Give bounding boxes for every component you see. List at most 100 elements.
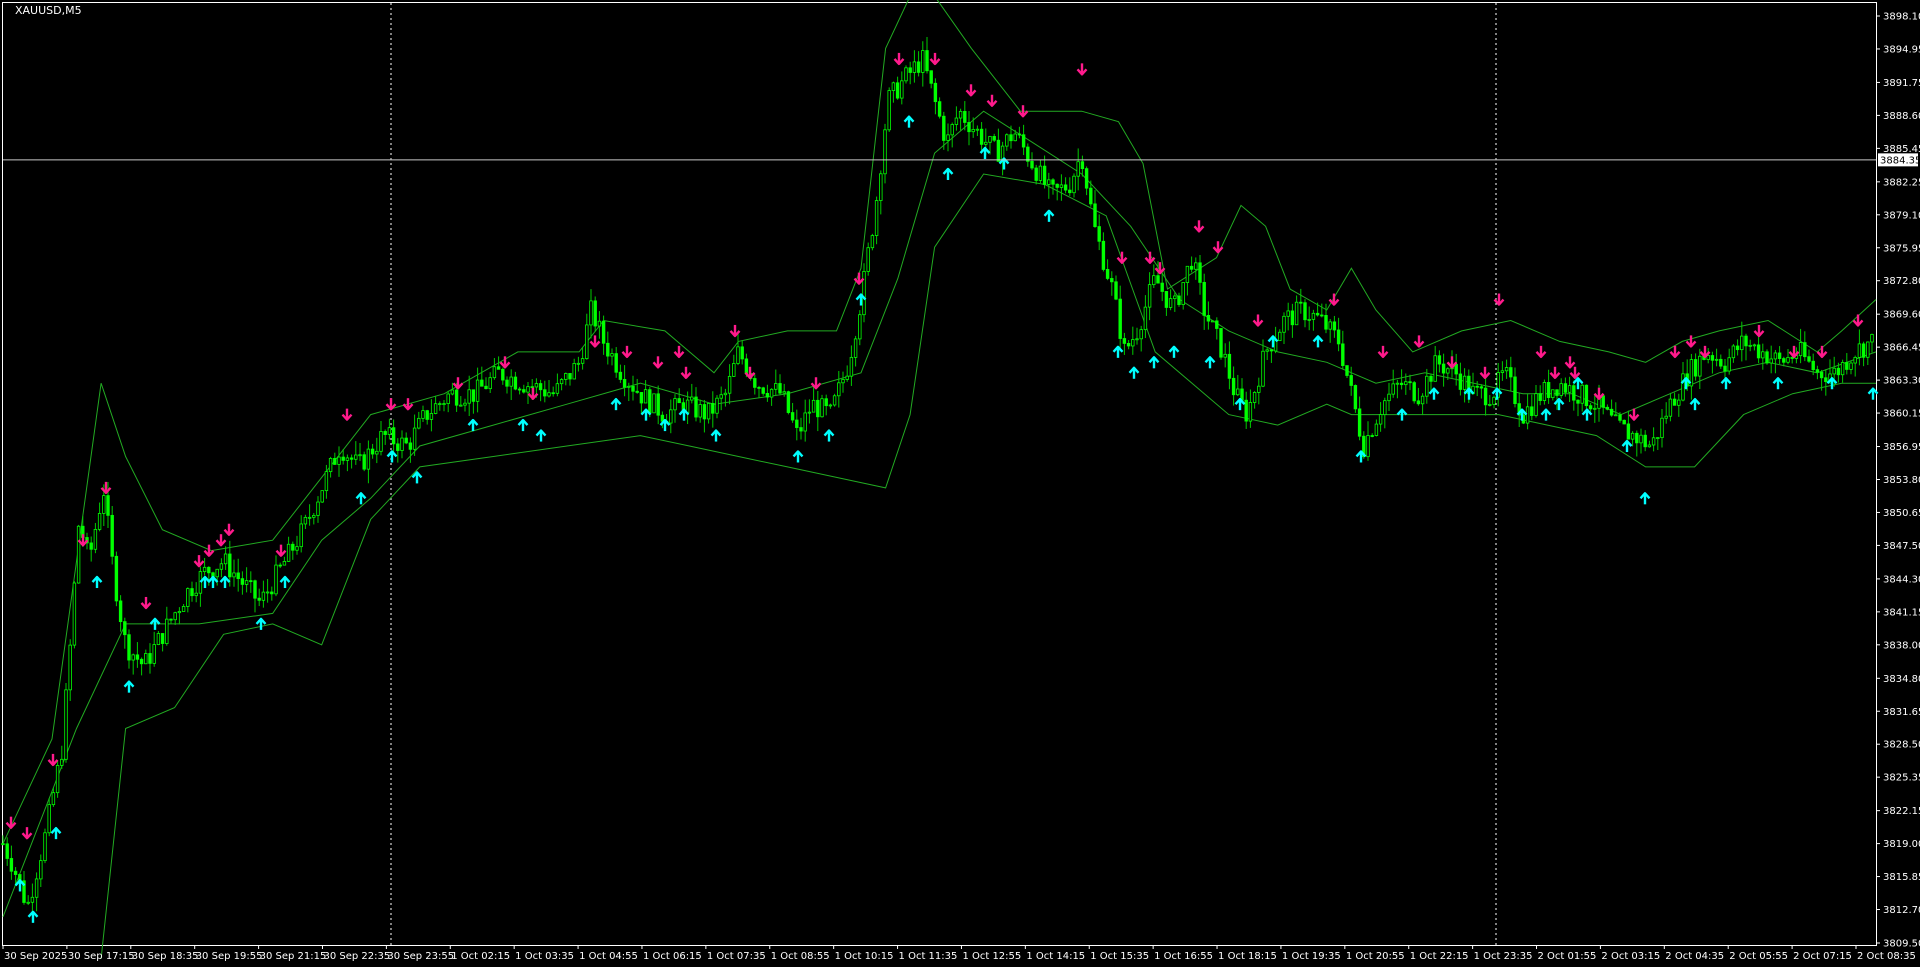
- candle-body: [135, 654, 140, 660]
- candle-body: [160, 633, 165, 644]
- candle-body: [177, 611, 182, 614]
- candle-body: [601, 320, 606, 344]
- y-tick-label: 3872.80: [1883, 276, 1920, 287]
- candle-body: [597, 320, 602, 327]
- candle-body: [316, 501, 320, 516]
- candle-body: [1311, 312, 1316, 320]
- candle-body: [1857, 343, 1862, 358]
- sell-arrow: [1549, 366, 1561, 379]
- candle-body: [1425, 375, 1429, 397]
- candle-body: [543, 389, 547, 397]
- candle-body: [354, 454, 358, 460]
- sell-arrow: [499, 356, 511, 369]
- y-tick-label: 3866.45: [1883, 343, 1920, 354]
- time-axis[interactable]: 30 Sep 2025 30 Sep 17:1530 Sep 18:3530 Se…: [2, 945, 1916, 962]
- candle-body: [400, 437, 404, 451]
- candle-body: [383, 431, 387, 435]
- sell-arrow: [1116, 251, 1128, 264]
- candle-body: [753, 378, 757, 388]
- y-tick-label: 3891.75: [1883, 78, 1920, 89]
- candle-body: [904, 67, 908, 82]
- candle-body: [299, 523, 303, 548]
- candle-body: [1383, 400, 1387, 415]
- candle-body: [685, 399, 690, 414]
- candle-body: [858, 314, 862, 340]
- candle-body: [408, 442, 413, 450]
- candle-body: [1744, 335, 1748, 347]
- x-tick-label: 30 Sep 21:15: [260, 951, 327, 962]
- candle-body: [694, 396, 698, 418]
- sell-arrow: [1816, 345, 1828, 359]
- candle-body: [1265, 349, 1269, 352]
- candle-body: [719, 394, 723, 399]
- candle-body: [967, 122, 971, 133]
- candle-body: [68, 644, 72, 691]
- candle-body: [1252, 391, 1257, 403]
- candle-body: [295, 546, 299, 551]
- x-tick-label: 1 Oct 10:15: [835, 951, 894, 962]
- candle-body: [1139, 329, 1143, 340]
- candle-body: [362, 454, 366, 470]
- candle-body: [622, 379, 627, 388]
- price-axis[interactable]: 3898.10 3894.95 3891.75 3888.60 3885.45 3882.…: [1876, 12, 1920, 950]
- candle-body: [534, 383, 539, 388]
- buy-arrow: [355, 492, 367, 505]
- candle-body: [1756, 344, 1761, 359]
- candle-body: [1639, 434, 1643, 444]
- candle-body: [1017, 133, 1022, 136]
- candle-body: [148, 653, 152, 664]
- candle-body: [1324, 315, 1328, 330]
- candle-body: [522, 389, 526, 393]
- candlestick-chart[interactable]: 3898.10 3894.95 3891.75 3888.60 3885.45 3882.…: [0, 0, 1920, 967]
- candle-body: [1845, 362, 1849, 370]
- candle-body: [1177, 295, 1181, 305]
- candle-body: [446, 393, 450, 404]
- candle-body: [929, 70, 933, 84]
- candle-body: [450, 389, 455, 395]
- candle-body: [631, 385, 635, 392]
- candle-body: [1626, 423, 1631, 440]
- sell-arrow: [589, 335, 601, 348]
- chart-window[interactable]: 3898.10 3894.95 3891.75 3888.60 3885.45 3882.…: [0, 0, 1920, 967]
- y-tick-label: 3898.10: [1883, 12, 1920, 23]
- y-tick-label: 3863.30: [1883, 376, 1920, 387]
- candle-body: [1580, 384, 1584, 404]
- candle-body: [778, 383, 782, 394]
- candle-body: [1009, 134, 1013, 142]
- candle-body: [1769, 358, 1773, 364]
- candle-body: [270, 591, 274, 595]
- candle-body: [1320, 314, 1324, 317]
- candle-body: [480, 379, 484, 387]
- candle-body: [240, 578, 245, 585]
- buy-arrow: [1204, 356, 1216, 369]
- candle-body: [1084, 168, 1089, 189]
- candle-body: [152, 644, 156, 664]
- candle-body: [942, 115, 946, 141]
- candle-body: [274, 564, 278, 595]
- x-tick-label: 30 Sep 19:55: [196, 951, 263, 962]
- candle-body: [933, 82, 938, 103]
- candle-body: [64, 689, 68, 760]
- candle-body: [1572, 385, 1576, 401]
- candle-body: [1236, 388, 1240, 396]
- candle-body: [1387, 393, 1391, 402]
- candle-body: [1374, 423, 1379, 436]
- candle-body: [1664, 415, 1668, 419]
- candle-body: [1735, 345, 1740, 351]
- candle-body: [9, 858, 14, 872]
- candle-body: [580, 358, 585, 364]
- candle-body: [433, 403, 438, 414]
- candle-body: [572, 363, 576, 380]
- candle-body: [1803, 342, 1807, 358]
- candle-body: [1042, 165, 1047, 185]
- y-tick-label: 3809.50: [1883, 939, 1920, 950]
- candle-body: [1542, 382, 1547, 401]
- x-tick-label: 1 Oct 11:35: [899, 951, 958, 962]
- candle-body: [1811, 360, 1815, 371]
- bollinger-bands: [2, 0, 1877, 959]
- candle-body: [513, 376, 518, 390]
- candle-body: [946, 134, 950, 141]
- candle-body: [610, 353, 614, 357]
- candle-body: [954, 117, 959, 125]
- x-tick-label: 1 Oct 03:35: [515, 951, 574, 962]
